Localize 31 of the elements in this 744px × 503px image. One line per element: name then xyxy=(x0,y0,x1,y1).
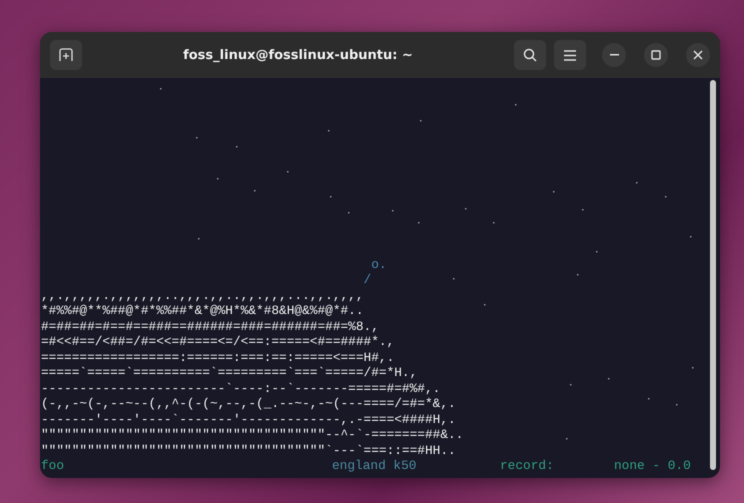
terminal-line: ,,.,,,,,.,,,,,,,..,,,.,,..,,.,,,...,,.,,,, xyxy=(41,288,365,303)
terminal-line: """""""""""""""""""""""""""""""""""""`---`===::==#HH.. xyxy=(41,442,457,458)
status-label: record: xyxy=(500,458,555,474)
terminal-line: -------'----'----`-------'-------------,.-====<####H,. xyxy=(41,412,457,427)
minimize-icon xyxy=(610,54,618,56)
maximize-button[interactable] xyxy=(644,43,668,67)
status-text: foo xyxy=(41,458,66,474)
maximize-icon xyxy=(651,50,661,60)
terminal-line: / xyxy=(362,272,372,288)
new-tab-icon xyxy=(59,48,73,62)
status-value: none - 0.0 xyxy=(614,458,691,474)
menu-button[interactable] xyxy=(554,40,586,70)
terminal-line: ==================:======:===:==:=====<===H#,. xyxy=(41,350,396,365)
search-button[interactable] xyxy=(514,40,546,70)
terminal-line: """""""""""""""""""""""""""""""""""""--^-`-=======##&.. xyxy=(41,427,464,442)
close-icon xyxy=(693,50,703,60)
menu-icon xyxy=(564,50,576,60)
new-tab-button[interactable] xyxy=(50,40,82,70)
search-icon xyxy=(523,48,537,62)
terminal-line: #=##=##=#==#==###==######=###=######=##=%8., xyxy=(41,318,380,334)
scrollbar[interactable] xyxy=(710,80,716,470)
terminal-line: *#%%#@**%##@*#*%%##*&*@%H*%&*#8&H@&%#@*#.. xyxy=(41,303,365,318)
window-title: foss_linux@fosslinux-ubuntu: ~ xyxy=(182,48,414,62)
minimize-button[interactable] xyxy=(602,43,626,67)
terminal-line: =#<<#==/<##=/#=<<=#====<=/<==:=====<#==####*., xyxy=(41,334,396,350)
terminal-line: o. xyxy=(370,256,388,272)
terminal-line: ------------------------`----:--`-------=====#=#%#,. xyxy=(41,380,442,396)
status-text: england k50 xyxy=(332,458,418,474)
close-button[interactable] xyxy=(686,43,710,67)
terminal-line: =====`=====`==========`=========`===`=====/#=*H., xyxy=(41,365,418,380)
terminal-line: (-,,-~(-,--~--(,,^-(-(~,--,-(_.--~-,-~(---====/=#=*&,. xyxy=(41,396,457,412)
